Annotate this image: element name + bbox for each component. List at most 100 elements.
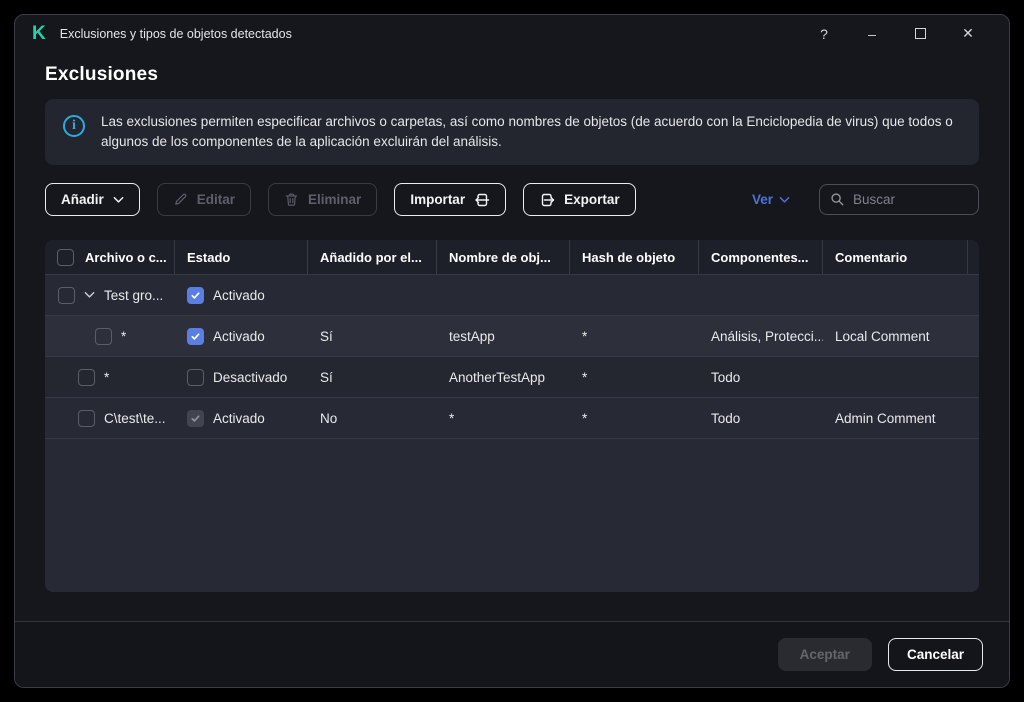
object-hash-cell: *: [570, 370, 699, 385]
pencil-icon: [173, 192, 188, 207]
add-button-label: Añadir: [61, 192, 104, 207]
cancel-button[interactable]: Cancelar: [888, 638, 983, 671]
file-cell: *: [45, 328, 175, 345]
edit-button[interactable]: Editar: [157, 183, 251, 216]
status-cell: Activado: [175, 287, 308, 304]
chevron-down-icon: [113, 196, 124, 204]
column-header-spacer: [968, 240, 979, 274]
file-label: *: [104, 370, 109, 385]
column-header-object-name[interactable]: Nombre de obj...: [437, 240, 570, 274]
table-row[interactable]: C\test\te... Activado No * * Todo Admin …: [45, 397, 979, 438]
column-header-added-by[interactable]: Añadido por el...: [308, 240, 437, 274]
components-value: Todo: [711, 370, 740, 385]
check-icon: [190, 331, 201, 342]
status-checkbox-locked: [187, 410, 204, 427]
components-value: Todo: [711, 411, 740, 426]
column-header-components[interactable]: Componentes...: [699, 240, 823, 274]
export-button-label: Exportar: [564, 192, 620, 207]
file-cell: *: [45, 369, 175, 386]
view-dropdown-label: Ver: [752, 192, 773, 207]
import-icon: [474, 192, 490, 208]
trash-icon: [284, 192, 299, 207]
components-value: Análisis, Protecci...: [711, 329, 823, 344]
column-header-file[interactable]: Archivo o c...: [45, 240, 175, 274]
table-row[interactable]: * Activado Sí testApp * Análisis, Protec…: [45, 315, 979, 356]
object-name-value: AnotherTestApp: [449, 370, 545, 385]
edit-button-label: Editar: [197, 192, 235, 207]
table-row-group[interactable]: Test gro... Activado: [45, 274, 979, 315]
added-by-value: No: [320, 411, 337, 426]
column-header-object-hash[interactable]: Hash de objeto: [570, 240, 699, 274]
view-dropdown[interactable]: Ver: [752, 192, 790, 207]
status-cell: Desactivado: [175, 369, 308, 386]
added-by-cell: Sí: [308, 329, 437, 344]
status-cell: Activado: [175, 328, 308, 345]
row-checkbox[interactable]: [58, 287, 75, 304]
object-hash-cell: *: [570, 411, 699, 426]
search-input[interactable]: [853, 192, 968, 207]
column-header-comment[interactable]: Comentario: [823, 240, 968, 274]
delete-button[interactable]: Eliminar: [268, 183, 377, 216]
status-label: Activado: [213, 288, 265, 303]
column-header-label: Nombre de obj...: [449, 250, 551, 265]
search-box: [819, 184, 979, 215]
object-name-value: *: [449, 411, 454, 426]
collapse-group-icon[interactable]: [84, 291, 95, 299]
close-button[interactable]: ✕: [944, 19, 992, 49]
export-icon: [539, 192, 555, 208]
added-by-value: Sí: [320, 329, 333, 344]
row-checkbox[interactable]: [78, 369, 95, 386]
status-label: Desactivado: [213, 370, 287, 385]
toolbar: Añadir Editar Eliminar Importar Exportar…: [45, 183, 979, 216]
status-cell: Activado: [175, 410, 308, 427]
kaspersky-logo-icon: K: [32, 24, 45, 43]
row-checkbox[interactable]: [95, 328, 112, 345]
delete-button-label: Eliminar: [308, 192, 361, 207]
exclusions-table: Archivo o c... Estado Añadido por el... …: [45, 240, 979, 592]
file-label: *: [121, 329, 126, 344]
status-checkbox[interactable]: [187, 287, 204, 304]
file-label: Test gro...: [104, 288, 163, 303]
export-button[interactable]: Exportar: [523, 183, 636, 216]
object-hash-value: *: [582, 329, 587, 344]
column-header-label: Estado: [187, 250, 230, 265]
select-all-checkbox[interactable]: [57, 249, 74, 266]
import-button[interactable]: Importar: [394, 183, 506, 216]
titlebar: K Exclusiones y tipos de objetos detecta…: [15, 15, 1009, 52]
maximize-button[interactable]: [896, 19, 944, 49]
status-checkbox[interactable]: [187, 369, 204, 386]
table-row[interactable]: * Desactivado Sí AnotherTestApp * Todo: [45, 356, 979, 397]
footer: Aceptar Cancelar: [15, 622, 1009, 687]
check-icon: [190, 413, 201, 424]
comment-cell: Admin Comment: [823, 411, 968, 426]
add-button[interactable]: Añadir: [45, 183, 140, 216]
object-hash-cell: *: [570, 329, 699, 344]
table-empty-area: [45, 438, 979, 592]
accept-button[interactable]: Aceptar: [778, 638, 872, 671]
page-title: Exclusiones: [45, 64, 979, 86]
import-button-label: Importar: [410, 192, 465, 207]
info-banner-text: Las exclusiones permiten especificar arc…: [101, 112, 961, 152]
column-header-label: Componentes...: [711, 250, 809, 265]
file-label: C\test\te...: [104, 411, 166, 426]
object-name-value: testApp: [449, 329, 495, 344]
file-cell: C\test\te...: [45, 410, 175, 427]
help-button[interactable]: ?: [800, 19, 848, 49]
status-label: Activado: [213, 329, 265, 344]
added-by-value: Sí: [320, 370, 333, 385]
status-label: Activado: [213, 411, 265, 426]
added-by-cell: No: [308, 411, 437, 426]
file-cell: Test gro...: [45, 287, 175, 304]
info-icon: i: [63, 115, 85, 137]
column-header-label: Archivo o c...: [85, 250, 167, 265]
status-checkbox[interactable]: [187, 328, 204, 345]
comment-cell: Local Comment: [823, 329, 968, 344]
app-window: K Exclusiones y tipos de objetos detecta…: [14, 14, 1010, 688]
components-cell: Todo: [699, 411, 823, 426]
added-by-cell: Sí: [308, 370, 437, 385]
column-header-label: Añadido por el...: [320, 250, 422, 265]
row-checkbox[interactable]: [78, 410, 95, 427]
minimize-button[interactable]: –: [848, 19, 896, 49]
column-header-status[interactable]: Estado: [175, 240, 308, 274]
components-cell: Análisis, Protecci...: [699, 329, 823, 344]
